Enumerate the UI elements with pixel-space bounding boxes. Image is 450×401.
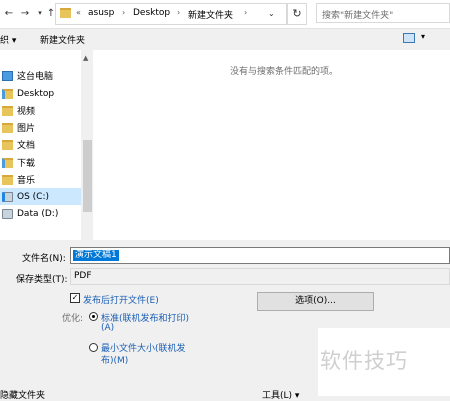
open-after-label[interactable]: 发布后打开文件(E) <box>83 293 159 306</box>
radio-standard[interactable] <box>89 312 98 321</box>
search-input[interactable]: 搜索"新建文件夹" <box>316 3 450 23</box>
breadcrumb-separator: › <box>244 8 248 17</box>
filetype-value: PDF <box>74 271 92 281</box>
nav-item-pictures[interactable]: 图片 <box>0 119 81 136</box>
address-bar: ← → ▾ ↑ « asusp › Desktop › 新建文件夹 › ⌄ ↻ … <box>0 0 450 29</box>
nav-item-label: 视频 <box>17 107 36 117</box>
path-box[interactable]: « asusp › Desktop › 新建文件夹 › ⌄ <box>55 3 287 25</box>
watermark: 软件技巧 <box>320 349 408 373</box>
breadcrumb-current[interactable]: 新建文件夹 <box>188 8 233 21</box>
breadcrumb-separator: › <box>177 8 181 17</box>
nav-item-data-d[interactable]: Data (D:) <box>0 205 81 222</box>
nav-item-label: 这台电脑 <box>17 72 54 82</box>
nav-item-label: 下载 <box>17 159 36 169</box>
drive-icon <box>2 191 13 202</box>
nav-item-label: OS (C:) <box>17 191 49 202</box>
folder-icon <box>2 139 13 150</box>
nav-item-music[interactable]: 音乐 <box>0 171 81 188</box>
computer-icon <box>2 70 13 81</box>
back-icon[interactable]: ← <box>2 6 16 20</box>
drive-icon <box>2 208 13 219</box>
folder-icon <box>2 174 13 185</box>
nav-item-label: 图片 <box>17 124 36 134</box>
nav-item-this-pc[interactable]: 这台电脑 <box>0 67 81 84</box>
overflow-chevron[interactable]: « <box>76 8 81 17</box>
forward-icon[interactable]: → <box>18 6 32 20</box>
nav-item-label: Desktop <box>17 88 55 99</box>
view-icon[interactable] <box>403 33 415 43</box>
file-list[interactable] <box>93 50 450 240</box>
folder-icon <box>2 157 13 168</box>
nav-item-os-c[interactable]: OS (C:) <box>0 188 81 205</box>
view-dropdown-icon[interactable]: ▾ <box>421 32 425 41</box>
empty-message: 没有与搜索条件匹配的项。 <box>230 67 339 77</box>
folder-icon <box>2 105 13 116</box>
navigation-pane: 这台电脑 Desktop 视频 图片 文档 下载 音乐 OS (C:) Data… <box>0 50 81 240</box>
nav-item-label: Data (D:) <box>17 208 59 219</box>
nav-item-documents[interactable]: 文档 <box>0 136 81 153</box>
radio-min-size[interactable] <box>89 343 98 352</box>
nav-item-label: 音乐 <box>17 176 36 186</box>
breadcrumb-separator: › <box>122 8 126 17</box>
nav-item-desktop[interactable]: Desktop <box>0 85 81 102</box>
filename-value: 演示文稿1 <box>73 250 119 261</box>
toolbar: 织 ▾ 新建文件夹 ▾ <box>0 28 450 50</box>
filetype-label: 保存类型(T): <box>16 275 68 285</box>
address-dropdown-icon[interactable]: ⌄ <box>268 9 275 18</box>
breadcrumb-desktop[interactable]: Desktop <box>133 8 170 18</box>
folder-icon <box>60 8 71 18</box>
optimize-label: 优化: <box>62 314 84 324</box>
filename-field[interactable]: 演示文稿1 <box>70 247 450 264</box>
organize-button[interactable]: 织 ▾ <box>0 33 16 46</box>
radio-min-size-label-2: 布)(M) <box>101 356 129 366</box>
refresh-icon[interactable]: ↻ <box>287 3 307 25</box>
options-button[interactable]: 选项(O)... <box>257 292 374 311</box>
search-placeholder: 搜索"新建文件夹" <box>322 11 394 21</box>
new-folder-button[interactable]: 新建文件夹 <box>40 33 85 46</box>
filename-label: 文件名(N): <box>22 254 66 264</box>
nav-item-downloads[interactable]: 下载 <box>0 154 81 171</box>
folder-icon <box>2 88 13 99</box>
tools-button[interactable]: 工具(L) ▾ <box>262 388 299 401</box>
hide-folders-toggle[interactable]: 隐藏文件夹 <box>0 388 45 401</box>
radio-standard-hotkey: (A) <box>101 323 115 333</box>
radio-standard-label[interactable]: 标准(联机发布和打印) <box>101 311 189 324</box>
nav-item-label: 文档 <box>17 141 36 151</box>
breadcrumb-asusp[interactable]: asusp <box>88 8 114 18</box>
filetype-select[interactable]: PDF <box>70 268 450 285</box>
folder-icon <box>2 122 13 133</box>
scrollbar-thumb[interactable] <box>83 140 92 212</box>
nav-item-videos[interactable]: 视频 <box>0 102 81 119</box>
scroll-up-icon[interactable]: ▲ <box>83 54 88 62</box>
open-after-checkbox[interactable]: ✓ <box>70 293 80 303</box>
